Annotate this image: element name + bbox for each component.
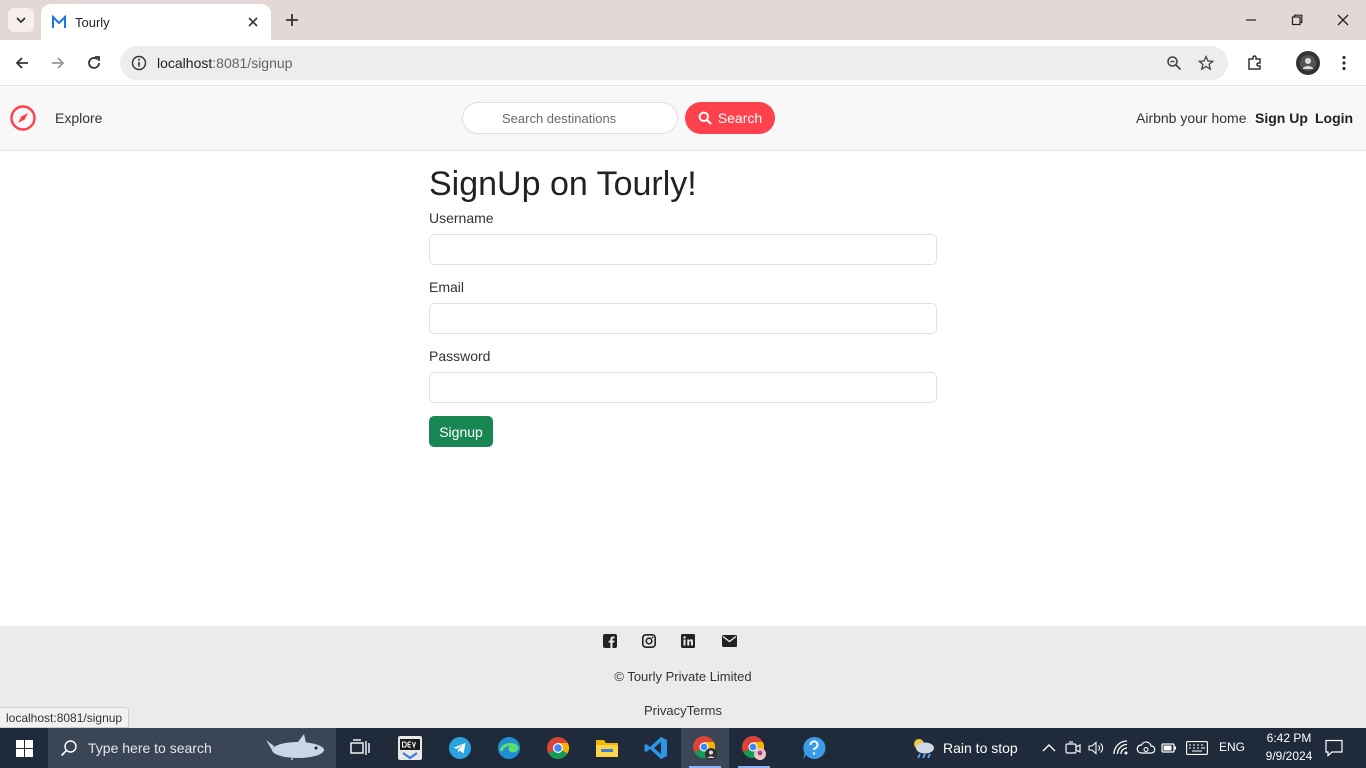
battery-icon[interactable] (1161, 740, 1177, 756)
speaker-volume-icon[interactable] (1088, 740, 1104, 756)
close-window-icon[interactable] (1333, 10, 1353, 30)
site-info-icon[interactable] (122, 46, 156, 80)
windows-taskbar: Type here to search Rain to stop ENG 6:4… (0, 728, 1366, 768)
task-view-icon[interactable] (336, 728, 384, 768)
edge-browser-icon[interactable] (485, 728, 533, 768)
search-button-label: Search (717, 110, 763, 126)
browser-toolbar: localhost:8081/signup (0, 40, 1366, 86)
meet-now-icon[interactable] (1065, 740, 1081, 756)
nav-login-link[interactable]: Login (1315, 110, 1353, 126)
profile-avatar[interactable] (1296, 51, 1320, 75)
vscode-icon[interactable] (632, 728, 680, 768)
tab-search-button[interactable] (8, 8, 34, 32)
tab-title: Tourly (75, 14, 110, 30)
windows-start-button[interactable] (0, 728, 48, 768)
url-path: :8081/signup (212, 55, 293, 71)
username-input[interactable] (429, 234, 937, 265)
chrome-profile-second-icon[interactable] (730, 728, 778, 768)
windows-logo-icon (15, 739, 33, 757)
email-input[interactable] (429, 303, 937, 334)
email-label: Email (429, 279, 465, 295)
zoom-icon[interactable] (1160, 49, 1188, 77)
language-indicator[interactable]: ENG (1219, 740, 1245, 754)
onedrive-cloud-icon[interactable] (1136, 740, 1156, 756)
nav-signup-link[interactable]: Sign Up (1255, 110, 1308, 126)
file-explorer-icon[interactable] (583, 728, 631, 768)
forward-arrow-icon[interactable] (46, 51, 70, 75)
minimize-icon[interactable] (1241, 10, 1261, 30)
weather-rain-icon (914, 739, 934, 759)
restore-icon[interactable] (1287, 10, 1307, 30)
clock-time[interactable]: 6:42 PM (1258, 731, 1320, 745)
new-tab-icon[interactable] (282, 10, 302, 30)
footer-privacy-terms-links[interactable]: PrivacyTerms (0, 703, 1366, 718)
taskbar-search-placeholder: Type here to search (88, 740, 212, 756)
close-tab-icon[interactable] (245, 14, 261, 30)
nav-airbnb-your-home-link[interactable]: Airbnb your home (1136, 110, 1247, 126)
chrome-icon[interactable] (534, 728, 582, 768)
dev-app-icon[interactable] (386, 728, 434, 768)
notification-center-icon[interactable] (1325, 739, 1343, 757)
envelope-icon[interactable] (721, 634, 737, 648)
address-url: localhost:8081/signup (157, 55, 1160, 71)
app-navbar: Explore Search Airbnb your home Sign Up … (0, 87, 1366, 151)
chrome-profile-icon[interactable] (681, 728, 729, 768)
search-button[interactable]: Search (685, 102, 775, 134)
signup-submit-button[interactable]: Signup (429, 416, 493, 447)
telegram-icon[interactable] (436, 728, 484, 768)
bookmark-star-icon[interactable] (1192, 49, 1220, 77)
compass-icon[interactable] (9, 104, 37, 132)
search-destinations-input[interactable] (462, 102, 678, 134)
username-label: Username (429, 210, 494, 226)
facebook-icon[interactable] (603, 634, 617, 648)
password-input[interactable] (429, 372, 937, 403)
search-icon (698, 111, 712, 125)
show-hidden-icons-chevron-icon[interactable] (1041, 740, 1057, 756)
weather-status-text[interactable]: Rain to stop (943, 740, 1018, 756)
tourly-favicon-icon (51, 14, 67, 30)
touch-keyboard-icon[interactable] (1185, 740, 1209, 756)
browser-menu-icon[interactable] (1332, 51, 1356, 75)
back-arrow-icon[interactable] (10, 51, 34, 75)
chevron-down-icon (16, 17, 26, 24)
clock-date[interactable]: 9/9/2024 (1258, 749, 1320, 763)
reload-icon[interactable] (82, 51, 106, 75)
url-host: localhost (157, 55, 213, 71)
password-label: Password (429, 348, 491, 364)
footer: © Tourly Private Limited PrivacyTerms (0, 626, 1366, 728)
help-icon[interactable] (790, 728, 838, 768)
wifi-network-icon[interactable] (1113, 740, 1129, 756)
footer-copyright: © Tourly Private Limited (614, 669, 752, 684)
taskbar-search-box[interactable]: Type here to search (48, 728, 336, 768)
status-bar-url: localhost:8081/signup (0, 707, 130, 728)
instagram-icon[interactable] (642, 634, 656, 648)
dolphin-illustration-icon (266, 734, 324, 760)
page-title: SignUp on Tourly! (429, 165, 697, 203)
linkedin-icon[interactable] (681, 634, 695, 648)
browser-tab-bar: Tourly (0, 0, 1366, 40)
search-icon (60, 740, 77, 757)
extensions-icon[interactable] (1243, 51, 1267, 75)
browser-tab[interactable]: Tourly (41, 4, 271, 40)
nav-explore-link[interactable]: Explore (55, 110, 102, 126)
address-bar[interactable]: localhost:8081/signup (120, 46, 1228, 80)
